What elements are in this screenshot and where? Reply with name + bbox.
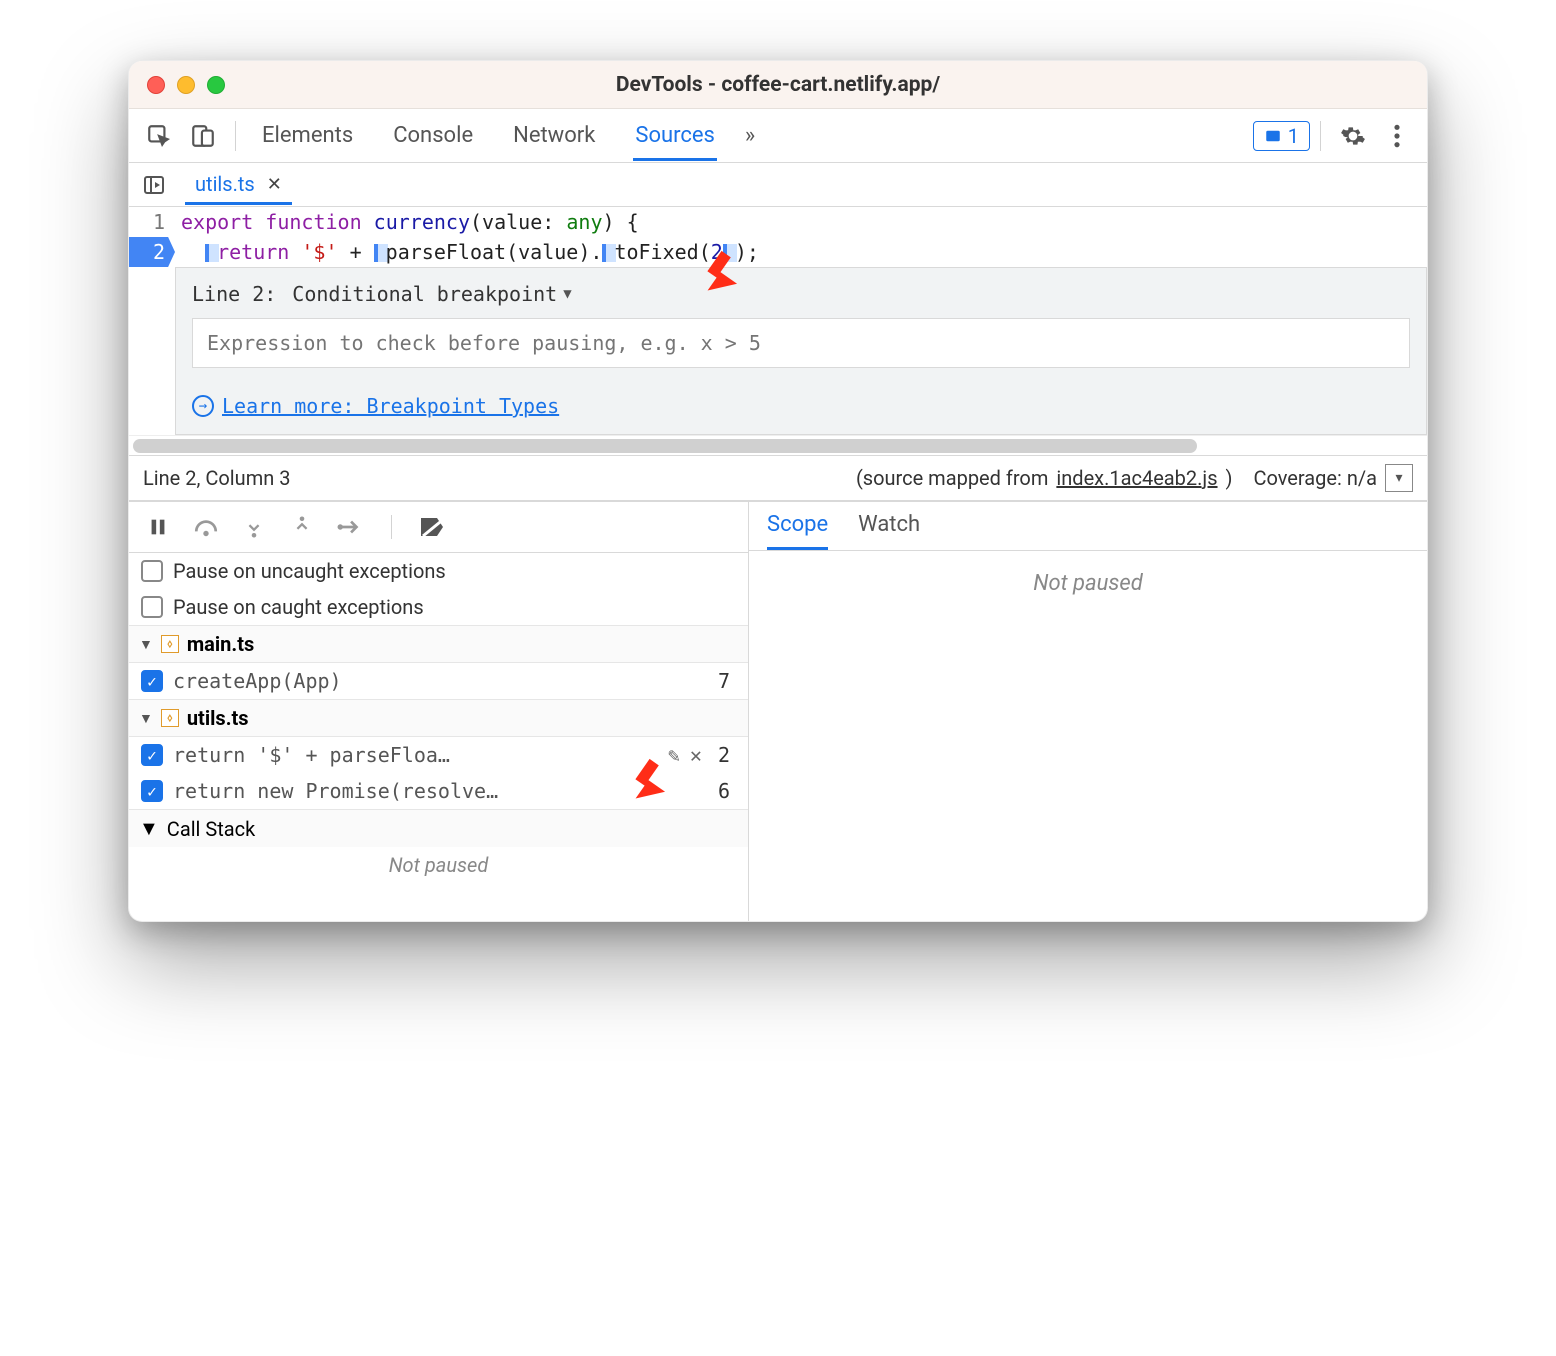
breakpoint-editor: Line 2: Conditional breakpoint ▼ → Learn… [175, 267, 1427, 435]
breakpoint-type-dropdown[interactable]: Conditional breakpoint ▼ [292, 282, 571, 306]
scope-not-paused: Not paused [1033, 571, 1143, 596]
gutter-line-1[interactable]: 1 [129, 207, 175, 237]
callstack-header[interactable]: ▼ Call Stack [129, 809, 748, 847]
coverage-label: Coverage: n/a [1253, 466, 1377, 490]
arrow-right-circle-icon: → [192, 395, 214, 417]
debugger-split: Pause on uncaught exceptions Pause on ca… [129, 501, 1427, 921]
checkbox-checked-icon[interactable]: ✓ [141, 780, 163, 802]
breakpoint-item[interactable]: ✓ createApp(App) 7 [129, 663, 748, 699]
bp-line-label: Line 2: [192, 282, 276, 306]
source-map-suffix: ) [1226, 466, 1233, 490]
callstack-not-paused: Not paused [129, 847, 748, 883]
step-out-button[interactable] [285, 510, 319, 544]
file-tab-utils[interactable]: utils.ts ✕ [185, 164, 292, 205]
chevron-down-icon: ▼ [139, 816, 159, 841]
gutter-line-2-breakpoint[interactable]: 2 [129, 237, 175, 267]
main-toolbar: Elements Console Network Sources » 1 [129, 109, 1427, 163]
learn-more-row: → Learn more: Breakpoint Types [192, 394, 1410, 418]
scope-body: Not paused [749, 551, 1427, 921]
breakpoint-group-header[interactable]: ▼ ⬨ utils.ts [129, 699, 748, 737]
breakpoint-group: ▼ ⬨ main.ts ✓ createApp(App) 7 [129, 625, 748, 699]
debugger-toolbar [129, 502, 748, 553]
code-line-1: 1 export function currency(value: any) { [129, 207, 1427, 237]
pause-uncaught-row[interactable]: Pause on uncaught exceptions [129, 553, 748, 589]
step-over-button[interactable] [189, 510, 223, 544]
code-content-1: export function currency(value: any) { [175, 207, 639, 237]
window-controls [147, 76, 225, 94]
kebab-menu-icon[interactable] [1379, 118, 1415, 154]
cursor-position: Line 2, Column 3 [143, 466, 290, 490]
deactivate-breakpoints-button[interactable] [416, 510, 450, 544]
inspect-element-icon[interactable] [141, 118, 177, 154]
file-icon: ⬨ [161, 709, 179, 727]
source-map-prefix: (source mapped from [856, 466, 1048, 490]
chevron-down-icon: ▼ [139, 710, 153, 727]
breakpoint-condition-input[interactable] [192, 318, 1410, 368]
tab-sources[interactable]: Sources [633, 111, 717, 161]
pause-caught-row[interactable]: Pause on caught exceptions [129, 589, 748, 625]
tab-watch[interactable]: Watch [858, 512, 920, 550]
step-button[interactable] [333, 510, 367, 544]
chevron-down-icon: ▼ [139, 636, 153, 653]
settings-icon[interactable] [1335, 118, 1371, 154]
annotation-arrow-icon [627, 757, 681, 811]
debugger-right-pane: Scope Watch Not paused [749, 502, 1427, 921]
tab-network[interactable]: Network [511, 111, 597, 161]
editor-statusbar: Line 2, Column 3 (source mapped from ind… [129, 455, 1427, 501]
toolbar-divider [1320, 121, 1321, 151]
code-editor[interactable]: 1 export function currency(value: any) {… [129, 207, 1427, 435]
window-titlebar: DevTools - coffee-cart.netlify.app/ [129, 61, 1427, 109]
breakpoint-group-header[interactable]: ▼ ⬨ main.ts [129, 625, 748, 663]
checkbox-checked-icon[interactable]: ✓ [141, 744, 163, 766]
more-tabs-button[interactable]: » [745, 123, 755, 148]
tab-console[interactable]: Console [391, 111, 475, 161]
remove-breakpoint-icon[interactable]: ✕ [690, 743, 702, 767]
file-icon: ⬨ [161, 635, 179, 653]
learn-more-link[interactable]: Learn more: Breakpoint Types [222, 394, 559, 418]
checkbox-checked-icon[interactable]: ✓ [141, 670, 163, 692]
show-details-button[interactable]: ▾ [1385, 464, 1413, 492]
horizontal-scrollbar[interactable] [129, 435, 1427, 455]
step-into-button[interactable] [237, 510, 271, 544]
show-navigator-button[interactable] [137, 168, 171, 202]
checkbox-unchecked-icon[interactable] [141, 596, 163, 618]
minimize-window-button[interactable] [177, 76, 195, 94]
tab-elements[interactable]: Elements [260, 111, 355, 161]
panel-tabs: Elements Console Network Sources [260, 111, 717, 161]
issues-count: 1 [1288, 124, 1299, 148]
code-line-2: 2 return '$' + parseFloat(value).toFixed… [129, 237, 1427, 267]
right-pane-tabs: Scope Watch [749, 502, 1427, 551]
window-title: DevTools - coffee-cart.netlify.app/ [129, 73, 1427, 97]
annotation-arrow-icon [699, 249, 753, 303]
source-map-link[interactable]: index.1ac4eab2.js [1056, 466, 1217, 490]
breakpoints-pane: Pause on uncaught exceptions Pause on ca… [129, 553, 748, 921]
issues-chip[interactable]: 1 [1253, 121, 1310, 151]
code-content-2: return '$' + parseFloat(value).toFixed(2… [175, 237, 759, 267]
file-tab-label: utils.ts [195, 172, 255, 196]
device-mode-icon[interactable] [185, 118, 221, 154]
close-icon[interactable]: ✕ [267, 174, 282, 195]
breakpoint-editor-header: Line 2: Conditional breakpoint ▼ [192, 282, 1410, 306]
debugger-left-pane: Pause on uncaught exceptions Pause on ca… [129, 502, 749, 921]
pause-button[interactable] [141, 510, 175, 544]
tab-scope[interactable]: Scope [767, 512, 828, 550]
devtools-window: DevTools - coffee-cart.netlify.app/ Elem… [128, 60, 1428, 922]
breakpoint-group-file: utils.ts [187, 706, 249, 730]
chevron-down-icon: ▼ [563, 286, 571, 302]
close-window-button[interactable] [147, 76, 165, 94]
fullscreen-window-button[interactable] [207, 76, 225, 94]
breakpoint-group-file: main.ts [187, 632, 254, 656]
file-tabs-row: utils.ts ✕ [129, 163, 1427, 207]
toolbar-divider [391, 515, 392, 539]
checkbox-unchecked-icon[interactable] [141, 560, 163, 582]
toolbar-divider [235, 121, 236, 151]
